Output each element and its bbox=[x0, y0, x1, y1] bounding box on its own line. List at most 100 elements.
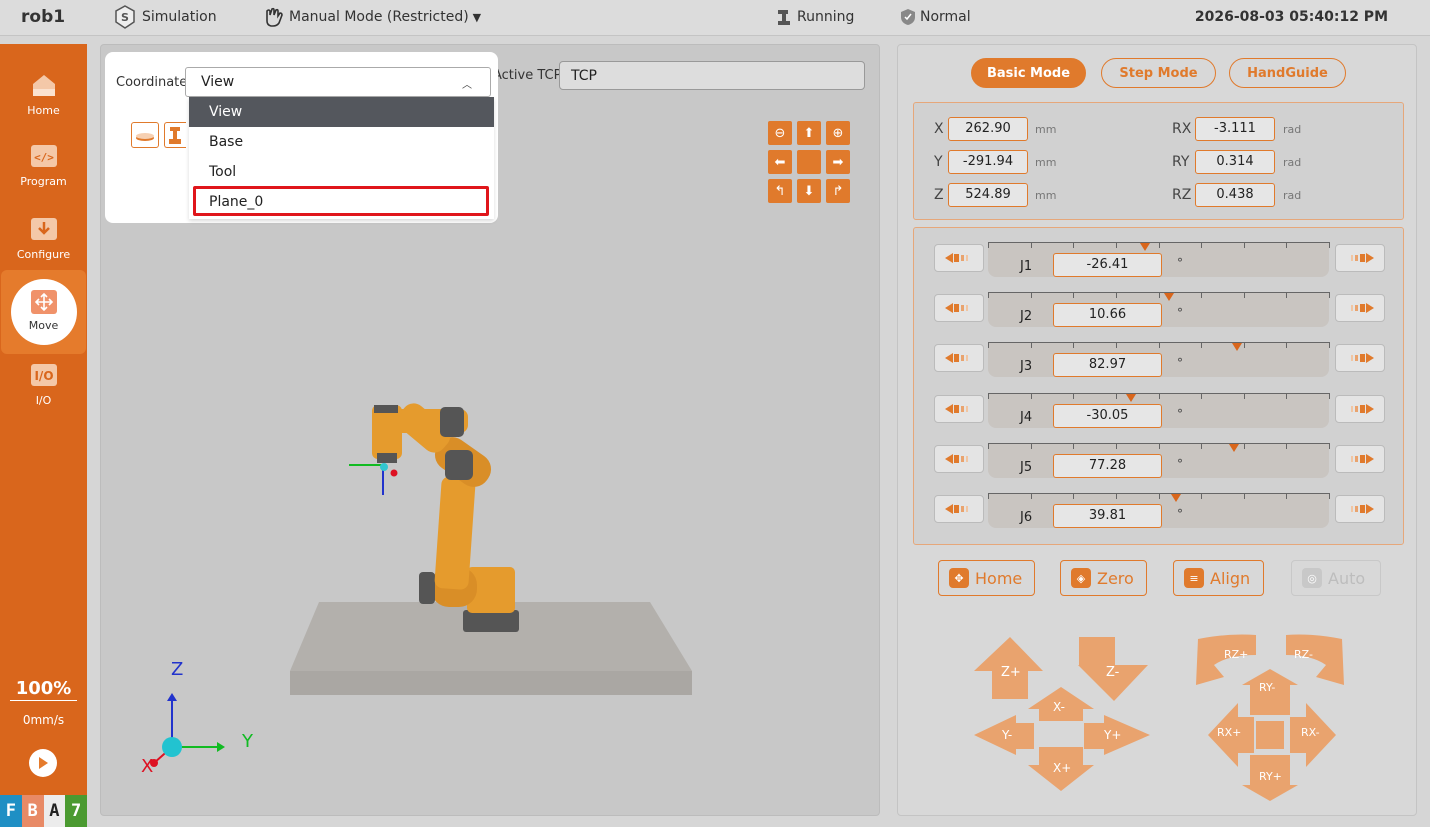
move-highlight: Move bbox=[10, 279, 77, 345]
sidebar-item-home[interactable]: Home bbox=[0, 66, 87, 136]
slider-tick bbox=[1201, 342, 1202, 349]
joint-value-field[interactable]: 39.81 bbox=[1053, 504, 1162, 528]
joint-position-marker bbox=[1164, 293, 1174, 302]
pan-right-button[interactable]: ➡ bbox=[826, 150, 850, 174]
joint-minus-button[interactable] bbox=[934, 394, 984, 423]
zero-button-label: Zero bbox=[1097, 568, 1134, 588]
play-button[interactable] bbox=[29, 749, 57, 777]
rotate-right-icon: ↱ bbox=[832, 183, 844, 199]
pose-ry-unit: rad bbox=[1283, 156, 1302, 169]
joint-value-field[interactable]: 82.97 bbox=[1053, 353, 1162, 378]
io-icon: I/O bbox=[30, 364, 57, 386]
floor-view-icon bbox=[136, 133, 154, 141]
coordinate-option-view[interactable]: View bbox=[189, 97, 494, 127]
joint-minus-button[interactable] bbox=[934, 444, 984, 473]
zoom-out-button[interactable]: ⊖ bbox=[768, 121, 792, 145]
joint-minus-button[interactable] bbox=[934, 244, 984, 272]
pose-rz-field[interactable]: 0.438 bbox=[1195, 183, 1275, 207]
arrow-left-icon bbox=[945, 504, 968, 514]
joint-position-marker bbox=[1126, 393, 1136, 402]
joint-minus-button[interactable] bbox=[934, 344, 984, 373]
joint-box: J1 -26.41 ° J2 10.66 ° J3 82.97 ° J4 -30.05 ° J5 77.2… bbox=[913, 227, 1404, 545]
joint-minus-button[interactable] bbox=[934, 294, 984, 323]
slider-tick bbox=[1159, 242, 1160, 248]
joint-plus-button[interactable] bbox=[1335, 244, 1385, 272]
active-tcp-field[interactable]: TCP bbox=[559, 61, 865, 90]
home-button-label: Home bbox=[975, 568, 1023, 588]
slider-tick bbox=[1073, 442, 1074, 449]
slider-tick bbox=[1116, 242, 1117, 248]
slider-tick bbox=[1201, 242, 1202, 248]
ry-plus-label: RY+ bbox=[1259, 770, 1282, 783]
speed-value: 0mm/s bbox=[22, 713, 65, 727]
step-mode-button[interactable]: Step Mode bbox=[1101, 58, 1216, 88]
sidebar-item-label: Configure bbox=[16, 248, 71, 261]
viewport-panel[interactable]: Z Y X Active TCP TCP ⊖ ⬆ ⊕ ⬅ ➡ ↰ ⬇ ↱ Coo… bbox=[100, 44, 880, 816]
auto-button[interactable]: ◎ Auto bbox=[1291, 560, 1381, 596]
rotate-left-icon: ↰ bbox=[774, 183, 786, 199]
rx-minus-label: RX- bbox=[1301, 726, 1320, 739]
floor-view-button[interactable] bbox=[131, 122, 159, 148]
sidebar-item-io[interactable]: I/O I/O bbox=[0, 356, 87, 426]
auto-button-label: Auto bbox=[1328, 568, 1366, 588]
joint-plus-button[interactable] bbox=[1335, 495, 1385, 523]
pose-y-field[interactable]: -291.94 bbox=[948, 150, 1028, 174]
reset-view-button[interactable] bbox=[797, 150, 821, 174]
slider-tick bbox=[988, 442, 989, 449]
slider-tick bbox=[1329, 442, 1330, 449]
joint-plus-button[interactable] bbox=[1335, 444, 1385, 473]
joint-value-field[interactable]: 10.66 bbox=[1053, 303, 1162, 328]
slider-tick bbox=[1031, 442, 1032, 449]
joint-value-field[interactable]: -30.05 bbox=[1053, 403, 1162, 428]
sidebar-item-program[interactable]: </> Program bbox=[0, 137, 87, 207]
code-icon: </> bbox=[30, 145, 57, 167]
pose-rx-field[interactable]: -3.111 bbox=[1195, 117, 1275, 141]
coordinate-dropdown: View Base Tool Plane_0 bbox=[189, 97, 494, 219]
zoom-in-button[interactable]: ⊕ bbox=[826, 121, 850, 145]
zero-button[interactable]: ◈ Zero bbox=[1060, 560, 1147, 596]
coordinate-select[interactable]: View ︿ bbox=[185, 67, 491, 97]
rotate-right-button[interactable]: ↱ bbox=[826, 179, 850, 203]
arrow-right-icon bbox=[1351, 303, 1374, 314]
coordinate-option-plane-0[interactable]: Plane_0 bbox=[193, 186, 489, 216]
pose-ry-field[interactable]: 0.314 bbox=[1195, 150, 1275, 174]
sidebar-item-move[interactable]: Move bbox=[1, 270, 86, 354]
align-button[interactable]: ≡ Align bbox=[1173, 560, 1264, 596]
joint-value-field[interactable]: -26.41 bbox=[1053, 253, 1162, 277]
pose-x-field[interactable]: 262.90 bbox=[948, 117, 1028, 141]
jog-pad bbox=[974, 634, 1344, 801]
pose-rx-unit: rad bbox=[1283, 123, 1302, 136]
slider-tick bbox=[1244, 242, 1245, 248]
coordinate-option-base[interactable]: Base bbox=[189, 127, 494, 157]
robot-name: rob1 bbox=[21, 7, 66, 27]
handguide-button[interactable]: HandGuide bbox=[1229, 58, 1346, 88]
axis-label-z: Z bbox=[171, 659, 184, 680]
basic-mode-button[interactable]: Basic Mode bbox=[971, 58, 1086, 88]
coordinate-option-tool[interactable]: Tool bbox=[189, 157, 494, 187]
rotate-left-button[interactable]: ↰ bbox=[768, 179, 792, 203]
simulation-indicator[interactable]: S Simulation bbox=[114, 5, 217, 29]
slider-tick bbox=[988, 292, 989, 299]
axis-label-y: Y bbox=[242, 731, 253, 752]
joint-plus-button[interactable] bbox=[1335, 344, 1385, 373]
pose-z-field[interactable]: 524.89 bbox=[948, 183, 1028, 207]
hand-pointer-icon bbox=[266, 7, 283, 27]
z-plus-label: Z+ bbox=[1001, 665, 1021, 680]
speed-percent[interactable]: 100% bbox=[0, 678, 87, 699]
pan-left-button[interactable]: ⬅ bbox=[768, 150, 792, 174]
home-button[interactable]: ✥ Home bbox=[938, 560, 1035, 596]
robot-view-button[interactable] bbox=[164, 122, 186, 148]
pan-up-button[interactable]: ⬆ bbox=[797, 121, 821, 145]
badge-f: F bbox=[0, 795, 22, 827]
top-bar: rob1 S Simulation Manual Mode (Restricte… bbox=[0, 0, 1430, 36]
active-tcp-label: Active TCP bbox=[493, 68, 562, 83]
pan-down-button[interactable]: ⬇ bbox=[797, 179, 821, 203]
joint-value-field[interactable]: 77.28 bbox=[1053, 453, 1162, 478]
joint-plus-button[interactable] bbox=[1335, 294, 1385, 323]
slider-tick bbox=[1159, 342, 1160, 349]
joint-plus-button[interactable] bbox=[1335, 394, 1385, 423]
cube-icon: ◈ bbox=[1071, 568, 1091, 588]
joint-minus-button[interactable] bbox=[934, 495, 984, 523]
mode-selector[interactable]: Manual Mode (Restricted) ▼ bbox=[263, 7, 481, 27]
camera-controls: ⊖ ⬆ ⊕ ⬅ ➡ ↰ ⬇ ↱ bbox=[768, 121, 852, 205]
